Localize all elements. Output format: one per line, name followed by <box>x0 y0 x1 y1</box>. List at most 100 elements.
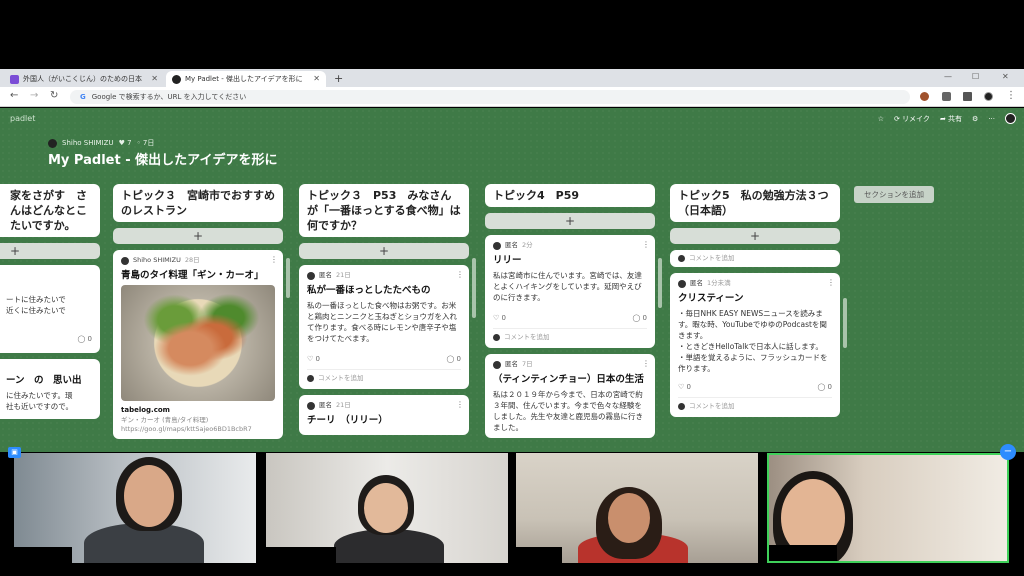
padlet-board: padlet ☆ ⟳ リメイク ➦ 共有 ⚙ ··· Shiho SHIMIZU… <box>0 108 1024 458</box>
post-card[interactable]: 匿名 1分未満 ⋮ クリスティーン ・毎日NHK EASY NEWSニュースを読… <box>670 273 840 417</box>
post-menu-icon[interactable]: ⋮ <box>456 399 464 410</box>
new-tab-button[interactable]: + <box>334 72 343 85</box>
age-value: 7日 <box>142 139 155 147</box>
remake-button[interactable]: ⟳ リメイク <box>894 114 930 124</box>
column-topic5: トピック5 私の勉強方法３つ（日本語） + コメントを追加 匿名 1分未満 ⋮ … <box>670 184 840 417</box>
column-scrollbar[interactable] <box>472 258 476 318</box>
settings-gear-icon[interactable]: ⚙ <box>972 115 978 123</box>
sidepanel-icon[interactable] <box>963 92 972 101</box>
board-age: ◦ 7日 <box>136 139 155 147</box>
post-author: 匿名 <box>505 360 518 368</box>
comment-placeholder: コメントを追加 <box>689 254 735 262</box>
food-photo[interactable] <box>121 285 275 401</box>
participant-name-tag <box>14 547 72 563</box>
post-menu-icon[interactable]: ⋮ <box>270 254 278 265</box>
reload-button[interactable]: ↻ <box>50 90 58 101</box>
comment-button[interactable]: ◯ 0 <box>817 382 832 393</box>
post-author: 匿名 <box>505 241 518 249</box>
tab-title: 外国人（がいこくじん）のための日本 <box>23 75 142 83</box>
column-scrollbar[interactable] <box>286 258 290 298</box>
comment-button[interactable]: ◯ 0 <box>446 354 461 365</box>
maximize-button[interactable]: ☐ <box>972 72 979 81</box>
heart-icon: ♡ <box>678 383 685 391</box>
post-card[interactable]: 匿名 2分 ⋮ リリー 私は宮崎市に住んでいます。宮崎では、友達とよくハイキング… <box>485 235 655 348</box>
post-card[interactable]: 匿名 7日 ⋮ （ティンティンチョー）日本の生活 私は２０１９年から今まで、日本… <box>485 354 655 438</box>
post-meta: 匿名 7日 <box>493 359 647 370</box>
comment-placeholder: コメントを追加 <box>504 333 550 341</box>
link-domain[interactable]: tabelog.com <box>121 405 275 416</box>
column-scrollbar[interactable] <box>843 298 847 348</box>
author-avatar <box>493 360 501 369</box>
minimize-button[interactable]: — <box>944 72 952 81</box>
post-card[interactable]: コメントを追加 <box>670 250 840 267</box>
padlet-logo[interactable]: padlet <box>10 114 35 123</box>
author-name: Shiho SHIMIZU <box>62 139 114 147</box>
post-meta: 匿名 2分 <box>493 240 647 251</box>
close-window-button[interactable]: ✕ <box>1002 72 1009 81</box>
address-input[interactable]: G Google で検索するか、URL を入力してください <box>70 90 910 104</box>
collapse-videos-icon[interactable]: − <box>1000 444 1016 460</box>
share-button[interactable]: ➦ 共有 <box>940 114 962 124</box>
padlet-author-row: Shiho SHIMIZU ♥ 7 ◦ 7日 <box>48 138 154 148</box>
comment-count[interactable]: ◯ 0 <box>77 334 92 345</box>
tab-close-icon[interactable]: ✕ <box>313 74 320 83</box>
add-comment-field[interactable]: コメントを追加 <box>678 397 832 412</box>
post-title: 私が一番ほっとしたたべもの <box>307 285 431 296</box>
add-comment-field[interactable]: コメントを追加 <box>678 253 832 264</box>
column-housing: 家をさがす さんはどんなとこ たいですか。 + ートに住みたいで 近くに住みたい… <box>0 184 100 419</box>
comment-count: 0 <box>642 314 647 322</box>
extension-icon[interactable] <box>920 92 929 101</box>
participant-video-4-active-speaker[interactable] <box>767 453 1009 563</box>
star-icon[interactable]: ☆ <box>878 115 884 123</box>
like-button[interactable]: ♡ 0 <box>307 354 320 365</box>
add-section-button[interactable]: セクションを追加 <box>854 186 934 203</box>
more-icon[interactable]: ··· <box>988 115 995 123</box>
participant-video-3[interactable] <box>516 453 758 563</box>
column-scrollbar[interactable] <box>658 258 662 308</box>
tab-my-padlet[interactable]: My Padlet - 傑出したアイデアを形に ✕ <box>166 71 326 87</box>
post-card[interactable]: ーン の 思い出 に住みたいです。環 社も近いですので。 <box>0 359 100 419</box>
post-menu-icon[interactable]: ⋮ <box>642 239 650 250</box>
profile-avatar-icon[interactable] <box>984 92 993 101</box>
post-card[interactable]: ートに住みたいで 近くに住みたいで ◯ 0 <box>0 265 100 353</box>
post-card[interactable]: 匿名 21日 ⋮ チーリ （リリー） <box>299 395 469 435</box>
column-header-text: 家をさがす さんはどんなとこ たいですか。 <box>10 189 98 232</box>
post-card[interactable]: 匿名 21日 ⋮ 私が一番ほっとしたたべもの 私の一番ほっとした食べ物はお粥です… <box>299 265 469 389</box>
add-post-button[interactable]: + <box>670 228 840 244</box>
column-header: トピック4 P59 <box>485 184 655 207</box>
participant-video-2[interactable] <box>266 453 508 563</box>
add-post-button[interactable]: + <box>299 243 469 259</box>
comment-button[interactable]: ◯ 0 <box>632 313 647 324</box>
add-comment-field[interactable]: コメントを追加 <box>307 369 461 384</box>
post-title: チーリ （リリー） <box>307 415 388 426</box>
author-avatar <box>307 271 315 280</box>
column-topic3-food: トピック３ P53 みなさんが「一番ほっとする食べ物」は何ですか？ + 匿名 2… <box>299 184 469 435</box>
post-menu-icon[interactable]: ⋮ <box>642 358 650 369</box>
back-button[interactable]: ← <box>10 90 18 101</box>
author-avatar <box>48 138 57 148</box>
post-card[interactable]: Shiho SHIMIZU 28日 ⋮ 青島のタイ料理「ギン・カーオ」 tabe… <box>113 250 283 439</box>
add-post-button[interactable]: + <box>113 228 283 244</box>
link-url[interactable]: https://goo.gl/maps/kttSajeo6BD1BcbR7 <box>121 425 275 434</box>
like-button[interactable]: ♡ 0 <box>493 313 506 324</box>
zoom-app-icon[interactable]: ▣ <box>8 447 21 458</box>
like-button[interactable]: ♡ 0 <box>678 382 691 393</box>
browser-tab-bar: 外国人（がいこくじん）のための日本 ✕ My Padlet - 傑出したアイデア… <box>0 69 1024 87</box>
tab-close-icon[interactable]: ✕ <box>151 74 158 83</box>
puzzle-extensions-icon[interactable] <box>942 92 951 101</box>
user-avatar[interactable] <box>1005 113 1016 124</box>
post-menu-icon[interactable]: ⋮ <box>827 277 835 288</box>
add-comment-field[interactable]: コメントを追加 <box>493 328 647 343</box>
column-header: トピック5 私の勉強方法３つ（日本語） <box>670 184 840 222</box>
likes-value: 7 <box>127 139 132 147</box>
add-post-button[interactable]: + <box>485 213 655 229</box>
comment-icon: ◯ <box>446 355 455 363</box>
post-menu-icon[interactable]: ⋮ <box>456 269 464 280</box>
forward-button[interactable]: → <box>30 90 38 101</box>
commenter-avatar <box>493 334 500 341</box>
remake-label: リメイク <box>902 114 930 123</box>
participant-video-1[interactable] <box>14 453 256 563</box>
browser-menu-icon[interactable]: ⋮ <box>1006 90 1016 101</box>
tab-foreigners-japanese[interactable]: 外国人（がいこくじん）のための日本 ✕ <box>4 71 164 87</box>
add-post-button[interactable]: + <box>0 243 100 259</box>
